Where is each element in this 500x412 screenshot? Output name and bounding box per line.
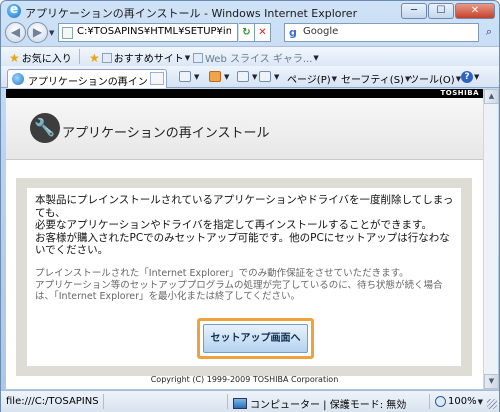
ie-logo-icon [7,2,21,18]
chevron-down-icon: ▼ [274,72,280,81]
status-bar: file:///C:/TOSAPINS/H コンピューター | 保護モード: 無… [1,390,499,412]
page-menu[interactable]: ページ(P) ▼ [287,71,338,87]
note-text: プレインストールされた「Internet Explorer」でのみ動作保証をさせ… [35,268,455,303]
web-slice-link[interactable]: Web スライス ギャラ... ▼ [193,50,319,65]
star-icon: ★ [9,50,20,65]
chevron-down-icon: ▼ [252,72,258,81]
scroll-up-icon[interactable]: ▲ [484,89,499,104]
address-bar[interactable]: C:¥TOSAPINS¥HTML¥SETUP¥index [58,23,238,42]
chevron-down-icon: ▼ [194,72,200,81]
address-controls: ↻ ✕ [239,23,271,42]
resize-grip[interactable] [487,399,497,409]
print-button[interactable]: ▼ [259,71,279,82]
wrench-icon: 🔧 [30,113,60,143]
window-controls: ─ ☐ ✕ [400,3,495,19]
close-window-button[interactable]: ✕ [455,3,495,19]
search-icon[interactable]: ⌕ [480,23,498,42]
help-menu[interactable]: ? ▼ [461,71,479,83]
rss-icon [209,71,221,82]
chevron-down-icon: ▼ [313,53,319,62]
refresh-icon[interactable]: ↻ [239,23,255,42]
minimize-button[interactable]: ─ [401,3,427,19]
chevron-down-icon: ▼ [224,72,230,81]
chevron-down-icon: ▼ [184,53,191,62]
google-icon: g [289,26,297,39]
divider [429,394,430,409]
mail-icon [237,71,249,82]
suggested-sites-label: おすすめサイト [113,54,184,65]
note-line: アプリケーション等のセットアッププログラムの処理が完了しているのに、待ち状態が続… [35,279,443,303]
browser-window: アプリケーションの再インストール - Windows Internet Expl… [0,0,500,412]
divider [79,49,80,64]
feeds-button[interactable]: ▼ [209,71,229,82]
tab-label: アプリケーションの再インス... [28,77,148,88]
content-panel: 本製品にプレインストールされているアプリケーションやドライバを一度削除してしまっ… [16,178,472,376]
zone-label: コンピューター | 保護モード: 無効 [250,400,407,411]
page-header: 🔧 アプリケーションの再インストール [6,98,483,160]
toshiba-logo: TOSHIBA [440,89,479,97]
maximize-button[interactable]: ☐ [428,3,454,19]
message-box: 本製品にプレインストールされているアプリケーションやドライバを一度削除してしまっ… [27,188,461,366]
safety-menu-label: セーフティ(S) [341,75,404,86]
stop-icon[interactable]: ✕ [255,23,271,42]
window-title: アプリケーションの再インストール - Windows Internet Expl… [25,7,358,20]
setup-screen-button[interactable]: セットアップ画面へ [197,318,314,359]
favorites-button[interactable]: ★ お気に入り [9,50,72,66]
web-slice-icon [193,52,203,63]
suggested-sites-icon [101,52,112,63]
zoom-control[interactable]: 100% ▼ [435,396,483,407]
add-favorite-icon: ★ [89,50,100,65]
divider [227,394,228,409]
security-zone[interactable]: コンピューター | 保護モード: 無効 [233,396,406,411]
help-icon: ? [461,71,473,83]
tab-current[interactable]: アプリケーションの再インス... [7,69,167,88]
main-message: 本製品にプレインストールされているアプリケーションやドライバを一度削除してしまっ… [35,194,455,257]
zoom-label: 100% [448,396,477,407]
forward-button[interactable]: ▶ [27,22,48,43]
page-menu-label: ページ(P) [287,75,331,86]
chevron-down-icon: ▼ [477,397,483,406]
history-dropdown[interactable]: ▼ [49,29,54,37]
note-line: プレインストールされた「Internet Explorer」でのみ動作保証をさせ… [35,268,409,279]
printer-icon [259,71,271,82]
suggested-sites-link[interactable]: ★ おすすめサイト ▼ [89,50,191,66]
new-tab-button[interactable] [150,72,164,85]
message-line: お客様が購入されたPCでのみセットアップ可能です。他のPCにセットアップは行なわ… [35,231,450,257]
chevron-down-icon: ▼ [331,74,338,83]
brand-bar: TOSHIBA [6,89,483,98]
favorites-bar: ★ お気に入り ★ おすすめサイト ▼ Web スライス ギャラ... ▼ [1,46,499,66]
address-input[interactable]: C:¥TOSAPINS¥HTML¥SETUP¥index [77,26,231,37]
zoom-icon [435,396,446,407]
setup-button-label: セットアップ画面へ [203,324,308,353]
message-line: 必要なアプリケーションやドライバを指定して再インストールすることができます。 [35,219,433,231]
tab-bar: アプリケーションの再インス... ▼ ▼ ▼ ▼ ページ(P)▼ セーフティ(S… [1,66,499,88]
title-bar: アプリケーションの再インストール - Windows Internet Expl… [1,1,499,21]
vertical-scrollbar[interactable]: ▲ ▼ [483,89,499,389]
safety-menu[interactable]: セーフティ(S) ▼ [341,71,410,87]
tools-menu[interactable]: ツール(O) ▼ [409,71,461,87]
chevron-down-icon: ▼ [474,73,480,81]
divider [103,394,104,409]
back-button[interactable]: ◀ [5,22,26,43]
home-icon [179,71,191,82]
search-box[interactable]: g Google [284,23,479,42]
favorites-label: お気に入り [21,54,72,65]
status-url: file:///C:/TOSAPINS/H [6,396,98,407]
web-slice-label: Web スライス ギャラ... [205,54,313,65]
copyright: Copyright (C) 1999-2009 TOSHIBA Corporat… [150,375,339,384]
scroll-down-icon[interactable]: ▼ [484,374,499,389]
tools-menu-label: ツール(O) [409,75,455,86]
computer-icon [233,398,247,409]
home-button[interactable]: ▼ [179,71,199,82]
mail-button[interactable]: ▼ [237,71,257,82]
page-content: TOSHIBA 🔧 アプリケーションの再インストール 本製品にプレインストールさ… [6,89,483,389]
page-title: アプリケーションの再インストール [62,126,270,141]
search-engine-label: Google [303,26,339,37]
ie-logo-icon [12,73,24,85]
message-line: 本製品にプレインストールされているアプリケーションやドライバを一度削除してしまっ… [35,194,454,219]
address-toolbar: ◀ ▶ ▼ C:¥TOSAPINS¥HTML¥SETUP¥index ↻ ✕ g… [1,21,499,45]
page-icon [62,27,73,39]
